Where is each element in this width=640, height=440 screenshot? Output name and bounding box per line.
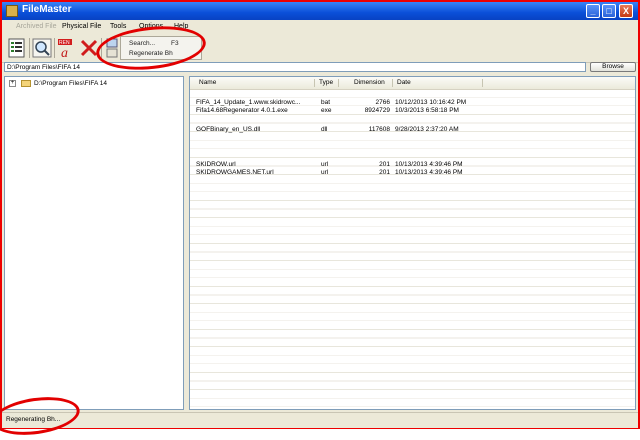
column-header-name[interactable]: Name [199,79,216,86]
table-row[interactable]: SKIDROWGAMES.NET.url url 201 10/13/2013 … [190,169,635,177]
delete-icon[interactable] [78,37,100,59]
column-header-date[interactable]: Date [397,79,411,86]
regenerate-menu-item[interactable]: Regenerate Bh [129,50,173,57]
file-name: Fifa14.68Regenerator 4.0.1.exe [196,107,288,114]
rename-icon[interactable]: REN a [56,37,78,61]
menu-physical-file[interactable]: Physical File [62,23,101,30]
table-row[interactable]: SKIDROW.url url 201 10/13/2013 4:39:46 P… [190,161,635,169]
column-divider [482,79,483,87]
list-icon[interactable] [6,37,28,59]
file-name: FIFA_14_Update_1.www.skidrowc... [196,99,301,106]
file-dimension: 201 [379,169,390,176]
magnifier-icon[interactable] [31,37,53,59]
table-row[interactable]: GOFBinary_en_US.dll dll 117608 9/28/2013… [190,126,635,134]
file-name: SKIDROW.url [196,161,236,168]
small-tool-icon[interactable] [105,37,119,59]
tree-item-label: D:\Program Files\FIFA 14 [34,80,107,87]
file-type: bat [321,99,331,106]
expand-icon[interactable]: + [9,80,16,87]
file-date: 9/28/2013 2:37:20 AM [395,126,459,133]
svg-text:a: a [61,46,68,59]
column-header-type[interactable]: Type [319,79,333,86]
menu-archived-file[interactable]: Archived File [16,23,56,30]
file-dimension: 117608 [368,126,390,133]
menu-bar: Archived File Physical File Tools Option… [2,20,638,34]
toolbar: REN a [2,34,638,63]
file-date: 10/3/2013 6:58:18 PM [395,107,459,114]
toolbar-separator [101,38,102,58]
window-title: FileMaster [22,4,72,15]
file-rows: FIFA_14_Update_1.www.skidrowc... bat 276… [190,89,635,409]
search-shortcut: F3 [171,40,179,47]
minimize-button[interactable]: _ [586,4,600,18]
close-button[interactable]: X [619,4,633,18]
file-dimension: 2766 [375,99,390,106]
column-header-dimension[interactable]: Dimension [354,79,385,86]
table-row[interactable]: Fifa14.68Regenerator 4.0.1.exe exe 89247… [190,107,635,115]
title-bar[interactable]: FileMaster _ □ X [2,2,638,20]
file-name: GOFBinary_en_US.dll [196,126,261,133]
file-dimension: 8924729 [364,107,390,114]
file-list[interactable]: Name Type Dimension Date FIFA_14_Update_… [189,76,636,410]
menu-help[interactable]: Help [174,23,188,30]
folder-icon [21,80,31,87]
file-date: 10/12/2013 10:16:42 PM [395,99,467,106]
column-divider [314,79,315,87]
path-bar: D:\Program Files\FIFA 14 Browse [2,62,638,74]
folder-tree[interactable]: + D:\Program Files\FIFA 14 [4,76,184,410]
column-divider [338,79,339,87]
path-field[interactable]: D:\Program Files\FIFA 14 [4,62,586,72]
menu-tools[interactable]: Tools [110,23,126,30]
app-icon [6,5,18,17]
browse-button[interactable]: Browse [590,62,636,72]
toolbar-separator [29,38,30,58]
file-type: dll [321,126,328,133]
file-type: url [321,169,329,176]
app-window: FileMaster _ □ X Archived File Physical … [0,0,640,429]
status-bar: Regenerating Bh... [2,412,638,428]
file-type: url [321,161,329,168]
file-date: 10/13/2013 4:39:46 PM [395,161,463,168]
tools-dropdown-menu: Search... F3 Regenerate Bh [120,36,202,60]
search-menu-item[interactable]: Search... [129,40,155,47]
file-date: 10/13/2013 4:39:46 PM [395,169,463,176]
table-row[interactable]: FIFA_14_Update_1.www.skidrowc... bat 276… [190,99,635,107]
toolbar-separator [54,38,55,58]
maximize-button[interactable]: □ [602,4,616,18]
column-divider [392,79,393,87]
file-dimension: 201 [379,161,390,168]
menu-options[interactable]: Options [139,23,163,30]
file-type: exe [321,107,332,114]
status-text: Regenerating Bh... [6,416,61,423]
file-name: SKIDROWGAMES.NET.url [196,169,274,176]
